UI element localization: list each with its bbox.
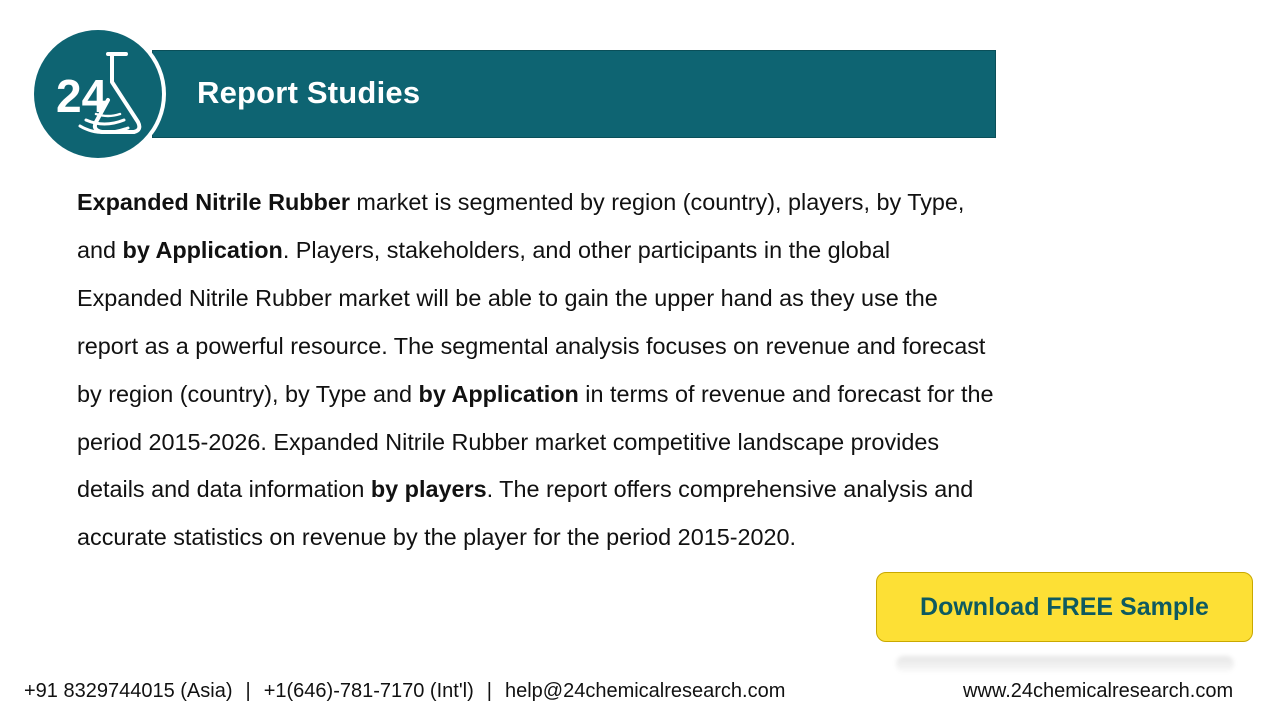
- logo-circle: 24: [34, 30, 162, 158]
- body-text-bold: by players: [370, 476, 487, 503]
- flask-icon: 24: [56, 52, 142, 134]
- logo-text: 24: [56, 70, 108, 122]
- page-title: Report Studies: [197, 75, 421, 110]
- header-banner: Report Studies: [152, 50, 996, 138]
- cta-shadow: [896, 656, 1234, 672]
- phone-intl[interactable]: +1(646)-781-7170 (Int'l): [264, 680, 474, 702]
- footer-separator: |: [245, 680, 251, 702]
- phone-asia[interactable]: +91 8329744015 (Asia): [24, 680, 233, 702]
- body-text-bold: Expanded Nitrile Rubber: [77, 189, 350, 215]
- footer-separator: |: [486, 680, 492, 702]
- company-logo[interactable]: 24: [30, 26, 166, 162]
- website-link[interactable]: www.24chemicalresearch.com: [963, 680, 1233, 703]
- footer-contacts: +91 8329744015 (Asia) | +1(646)-781-7170 (…: [24, 680, 785, 703]
- body-text-bold: by Application: [122, 236, 283, 263]
- body-text-bold: by Application: [418, 380, 579, 407]
- report-description: Expanded Nitrile Rubber market is segmen…: [77, 179, 997, 562]
- download-sample-button[interactable]: Download FREE Sample: [876, 572, 1253, 642]
- email-link[interactable]: help@24chemicalresearch.com: [505, 680, 785, 702]
